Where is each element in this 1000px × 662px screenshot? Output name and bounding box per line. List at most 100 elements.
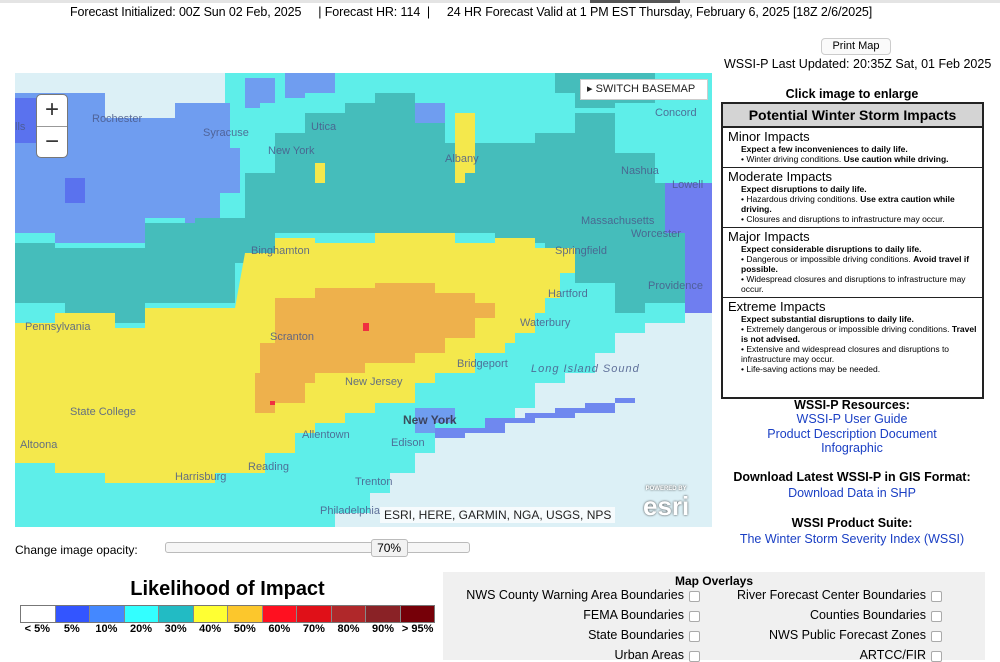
impact-level-title: Minor Impacts <box>728 129 810 144</box>
legend-colorbar <box>20 605 435 623</box>
impact-bullet: • Winter driving conditions. Use caution… <box>728 154 978 164</box>
esri-logo: POWERED BY esri <box>643 485 689 519</box>
legend-label: 20% <box>130 623 153 635</box>
wssi-link[interactable]: The Winter Storm Severity Index (WSSI) <box>721 532 983 546</box>
map-label-long-island-sound: Long Island Sound <box>531 363 640 375</box>
map-label-binghamton: Binghamton <box>251 245 310 257</box>
print-map-button[interactable]: Print Map <box>821 38 891 55</box>
overlay-checkbox[interactable] <box>689 611 700 622</box>
bullet-text: • Winter driving conditions. <box>741 154 844 164</box>
top-scrollbar-thumb[interactable] <box>590 0 680 3</box>
bullet-text: • Hazardous driving conditions. <box>741 194 861 204</box>
legend-swatch <box>90 606 125 622</box>
download-shp-link[interactable]: Download Data in SHP <box>721 486 983 500</box>
overlay-option[interactable]: State Boundaries <box>588 628 700 642</box>
impact-bullet: • Closures and disruptions to infrastruc… <box>728 214 978 224</box>
overlay-checkbox[interactable] <box>689 591 700 602</box>
esri-wordmark: esri <box>643 491 690 521</box>
legend-label: 80% <box>337 623 360 635</box>
overlay-option[interactable]: FEMA Boundaries <box>583 608 700 622</box>
map-label-altoona: Altoona <box>20 439 58 451</box>
map-label-hartford: Hartford <box>548 288 588 300</box>
overlay-label: NWS County Warning Area Boundaries <box>466 588 684 602</box>
bullet-text: • Life-saving actions may be needed. <box>741 364 881 374</box>
overlay-label: River Forecast Center Boundaries <box>737 588 926 602</box>
overlay-checkbox[interactable] <box>931 591 942 602</box>
map-label-syracuse: Syracuse <box>203 127 249 139</box>
legend-swatch <box>400 606 434 622</box>
bullet-text: • Closures and disruptions to infrastruc… <box>741 214 945 224</box>
impact-bullet: • Life-saving actions may be needed. <box>728 364 978 374</box>
impact-summary: Expect considerable disruptions to daily… <box>741 244 922 254</box>
map-label-new-york-city: New York <box>403 413 457 427</box>
map-label-lowell: Lowell <box>672 179 704 191</box>
impact-section: Major Impacts Expect considerable disrupt… <box>723 228 982 298</box>
overlay-label: State Boundaries <box>588 628 684 642</box>
overlay-checkbox[interactable] <box>931 611 942 622</box>
overlay-checkbox[interactable] <box>931 631 942 642</box>
bullet-emphasis: Use caution while driving. <box>843 154 949 164</box>
opacity-slider-handle[interactable]: 70% <box>370 539 408 557</box>
legend-label: > 95% <box>401 623 434 635</box>
forecast-info: Forecast Initialized: 00Z Sun 02 Feb, 20… <box>70 5 873 19</box>
legend-label: 30% <box>164 623 187 635</box>
map-label-concord: Concord <box>655 107 697 119</box>
suite-heading: WSSI Product Suite: <box>791 516 913 530</box>
overlay-checkbox[interactable] <box>931 651 942 662</box>
map-label-springfield: Springfield <box>555 245 607 257</box>
legend-label: 40% <box>199 623 222 635</box>
legend-swatch <box>193 606 228 622</box>
map-attribution: ESRI, HERE, GARMIN, NGA, USGS, NPS <box>380 507 616 523</box>
map-label-new-jersey: New Jersey <box>345 376 403 388</box>
bullet-text: • Dangerous or impossible driving condit… <box>741 254 914 264</box>
map-label-new-york-state: New York <box>268 145 315 157</box>
impact-summary: Expect substantial disruptions to daily … <box>741 314 914 324</box>
map-label-allentown: Allentown <box>302 429 350 441</box>
top-scrollbar[interactable] <box>0 0 1000 3</box>
legend-label: 60% <box>268 623 291 635</box>
overlay-option[interactable]: Counties Boundaries <box>810 608 942 622</box>
legend-label: 70% <box>302 623 325 635</box>
map-label-bridgeport: Bridgeport <box>457 358 508 370</box>
opacity-label: Change image opacity: <box>15 543 138 557</box>
last-updated: WSSI-P Last Updated: 20:35Z Sat, 01 Feb … <box>724 57 992 71</box>
map-overlays-panel: Map Overlays NWS County Warning Area Bou… <box>443 572 985 662</box>
legend-label: < 5% <box>24 623 50 635</box>
bullet-text: • Extremely dangerous or impossible driv… <box>741 324 952 334</box>
legend-swatch <box>262 606 297 622</box>
legend-label: 90% <box>372 623 395 635</box>
overlay-label: Counties Boundaries <box>809 608 926 622</box>
overlay-option[interactable]: River Forecast Center Boundaries <box>737 588 942 602</box>
legend-swatch <box>331 606 366 622</box>
overlay-option[interactable]: NWS Public Forecast Zones <box>769 628 942 642</box>
switch-basemap-button[interactable]: ▸ SWITCH BASEMAP <box>580 79 708 100</box>
zoom-out-button[interactable]: − <box>37 126 67 157</box>
overlay-checkbox[interactable] <box>689 631 700 642</box>
impact-bullet: • Widespread closures and disruptions to… <box>728 274 978 294</box>
legend-swatch <box>228 606 263 622</box>
map-label-trenton: Trenton <box>355 476 393 488</box>
forecast-map[interactable]: lls Rochester Syracuse Utica New York Al… <box>15 73 712 527</box>
impact-section: Minor Impacts Expect a few inconveniences… <box>723 128 982 168</box>
product-description-link[interactable]: Product Description Document <box>721 427 983 441</box>
bullet-text: • Extensive and widespread closures and … <box>741 344 950 364</box>
impact-level-title: Extreme Impacts <box>728 299 826 314</box>
legend-swatch <box>55 606 90 622</box>
overlay-option[interactable]: NWS County Warning Area Boundaries <box>466 588 700 602</box>
impact-overlay <box>15 73 712 527</box>
impacts-graphic[interactable]: Potential Winter Storm Impacts Minor Imp… <box>721 102 984 399</box>
bullet-text: • Widespread closures and disruptions to… <box>741 274 966 294</box>
impact-bullet: • Dangerous or impossible driving condit… <box>728 254 978 274</box>
legend-swatch <box>21 606 56 622</box>
impact-bullet: • Hazardous driving conditions. Use extr… <box>728 194 978 214</box>
opacity-slider[interactable] <box>165 542 470 553</box>
infographic-link[interactable]: Infographic <box>721 441 983 455</box>
map-label-pennsylvania: Pennsylvania <box>25 321 91 333</box>
map-label-providence: Providence <box>648 280 704 292</box>
user-guide-link[interactable]: WSSI-P User Guide <box>721 412 983 426</box>
map-label-worcester: Worcester <box>631 228 681 240</box>
legend-swatch <box>366 606 401 622</box>
overlay-checkbox[interactable] <box>689 651 700 662</box>
zoom-in-button[interactable]: + <box>37 95 67 126</box>
impact-level-title: Moderate Impacts <box>728 169 833 184</box>
